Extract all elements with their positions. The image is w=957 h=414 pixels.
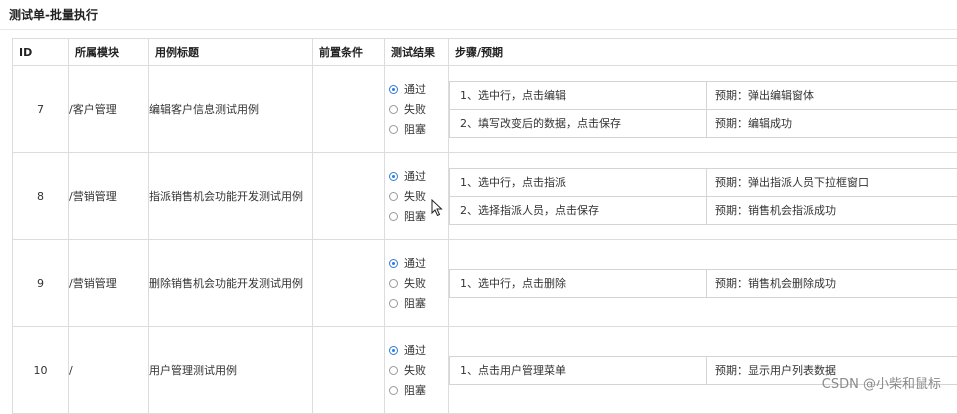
radio-button[interactable] xyxy=(389,366,398,375)
radio-button[interactable] xyxy=(389,212,398,221)
step-expectation: 预期：弹出编辑窗体 xyxy=(707,82,814,109)
column-header-result: 测试结果 xyxy=(385,39,449,66)
radio-button[interactable] xyxy=(389,346,398,355)
radio-button[interactable] xyxy=(389,85,398,94)
steps-table: 1、选中行，点击编辑预期：弹出编辑窗体2、填写改变后的数据，点击保存预期：编辑成… xyxy=(449,81,957,138)
column-header-title: 用例标题 xyxy=(149,39,313,66)
steps-cell: 1、选中行，点击编辑预期：弹出编辑窗体2、填写改变后的数据，点击保存预期：编辑成… xyxy=(449,66,957,153)
radio-label: 通过 xyxy=(404,255,426,271)
table-row: 7/客户管理编辑客户信息测试用例通过失败阻塞1、选中行，点击编辑预期：弹出编辑窗… xyxy=(13,66,957,153)
case-module: /营销管理 xyxy=(69,240,149,327)
case-precondition xyxy=(313,66,385,153)
radio-label: 失败 xyxy=(404,362,426,378)
column-header-id: ID xyxy=(13,39,69,66)
radio-label: 阻塞 xyxy=(404,295,426,311)
case-precondition xyxy=(313,240,385,327)
radio-button[interactable] xyxy=(389,386,398,395)
mouse-cursor-icon xyxy=(431,199,443,217)
case-module: /营销管理 xyxy=(69,153,149,240)
step-expectation: 预期：销售机会删除成功 xyxy=(707,270,836,297)
result-radio-group: 通过失败阻塞 xyxy=(385,327,449,414)
table-row: 9/营销管理删除销售机会功能开发测试用例通过失败阻塞1、选中行，点击删除预期：销… xyxy=(13,240,957,327)
result-option[interactable]: 通过 xyxy=(389,340,448,360)
radio-button[interactable] xyxy=(389,299,398,308)
step-row: 1、选中行，点击指派预期：弹出指派人员下拉框窗口 xyxy=(450,169,957,197)
title-divider xyxy=(0,29,957,30)
steps-cell: 1、点击用户管理菜单预期：显示用户列表数据 xyxy=(449,327,957,414)
case-id: 9 xyxy=(13,240,69,327)
radio-label: 失败 xyxy=(404,275,426,291)
result-radio-group: 通过失败阻塞 xyxy=(385,153,449,240)
test-case-table: ID 所属模块 用例标题 前置条件 测试结果 步骤/预期 7/客户管理编辑客户信… xyxy=(12,38,957,414)
step-description: 1、选中行，点击编辑 xyxy=(450,82,707,109)
result-option[interactable]: 阻塞 xyxy=(389,293,448,313)
table-row: 8/营销管理指派销售机会功能开发测试用例通过失败阻塞1、选中行，点击指派预期：弹… xyxy=(13,153,957,240)
radio-label: 通过 xyxy=(404,81,426,97)
step-description: 1、选中行，点击指派 xyxy=(450,169,707,196)
steps-cell: 1、选中行，点击删除预期：销售机会删除成功 xyxy=(449,240,957,327)
case-id: 7 xyxy=(13,66,69,153)
result-option[interactable]: 阻塞 xyxy=(389,119,448,139)
column-header-module: 所属模块 xyxy=(69,39,149,66)
radio-label: 失败 xyxy=(404,188,426,204)
step-row: 1、选中行，点击删除预期：销售机会删除成功 xyxy=(450,270,957,297)
column-header-precondition: 前置条件 xyxy=(313,39,385,66)
column-header-steps: 步骤/预期 xyxy=(449,39,957,66)
page-title: 测试单-批量执行 xyxy=(9,6,98,23)
case-title: 指派销售机会功能开发测试用例 xyxy=(149,153,313,240)
table-row: 10/用户管理测试用例通过失败阻塞1、点击用户管理菜单预期：显示用户列表数据 xyxy=(13,327,957,414)
case-module: / xyxy=(69,327,149,414)
case-title: 用户管理测试用例 xyxy=(149,327,313,414)
step-expectation: 预期：弹出指派人员下拉框窗口 xyxy=(707,169,869,196)
radio-button[interactable] xyxy=(389,259,398,268)
steps-table: 1、选中行，点击删除预期：销售机会删除成功 xyxy=(449,269,957,298)
step-description: 1、点击用户管理菜单 xyxy=(450,357,707,384)
radio-label: 阻塞 xyxy=(404,208,426,224)
case-precondition xyxy=(313,153,385,240)
step-expectation: 预期：显示用户列表数据 xyxy=(707,357,836,384)
result-radio-group: 通过失败阻塞 xyxy=(385,66,449,153)
watermark: CSDN @小柴和鼠标 xyxy=(822,373,941,392)
radio-label: 通过 xyxy=(404,342,426,358)
result-option[interactable]: 失败 xyxy=(389,273,448,293)
radio-button[interactable] xyxy=(389,192,398,201)
result-option[interactable]: 阻塞 xyxy=(389,380,448,400)
case-title: 删除销售机会功能开发测试用例 xyxy=(149,240,313,327)
result-option[interactable]: 失败 xyxy=(389,99,448,119)
radio-label: 阻塞 xyxy=(404,121,426,137)
radio-label: 失败 xyxy=(404,101,426,117)
radio-label: 阻塞 xyxy=(404,382,426,398)
case-title: 编辑客户信息测试用例 xyxy=(149,66,313,153)
result-option[interactable]: 通过 xyxy=(389,166,448,186)
result-option[interactable]: 通过 xyxy=(389,253,448,273)
steps-table: 1、选中行，点击指派预期：弹出指派人员下拉框窗口2、选择指派人员，点击保存预期：… xyxy=(449,168,957,225)
step-row: 2、填写改变后的数据，点击保存预期：编辑成功 xyxy=(450,110,957,137)
radio-button[interactable] xyxy=(389,125,398,134)
table-header-row: ID 所属模块 用例标题 前置条件 测试结果 步骤/预期 xyxy=(13,39,957,66)
case-precondition xyxy=(313,327,385,414)
radio-label: 通过 xyxy=(404,168,426,184)
result-option[interactable]: 通过 xyxy=(389,79,448,99)
step-row: 1、选中行，点击编辑预期：弹出编辑窗体 xyxy=(450,82,957,110)
step-expectation: 预期：编辑成功 xyxy=(707,110,792,137)
step-row: 2、选择指派人员，点击保存预期：销售机会指派成功 xyxy=(450,197,957,224)
step-description: 1、选中行，点击删除 xyxy=(450,270,707,297)
radio-button[interactable] xyxy=(389,279,398,288)
result-radio-group: 通过失败阻塞 xyxy=(385,240,449,327)
case-id: 8 xyxy=(13,153,69,240)
steps-cell: 1、选中行，点击指派预期：弹出指派人员下拉框窗口2、选择指派人员，点击保存预期：… xyxy=(449,153,957,240)
step-description: 2、填写改变后的数据，点击保存 xyxy=(450,110,707,137)
case-id: 10 xyxy=(13,327,69,414)
radio-button[interactable] xyxy=(389,172,398,181)
case-module: /客户管理 xyxy=(69,66,149,153)
step-description: 2、选择指派人员，点击保存 xyxy=(450,197,707,224)
result-option[interactable]: 失败 xyxy=(389,360,448,380)
step-expectation: 预期：销售机会指派成功 xyxy=(707,197,836,224)
radio-button[interactable] xyxy=(389,105,398,114)
